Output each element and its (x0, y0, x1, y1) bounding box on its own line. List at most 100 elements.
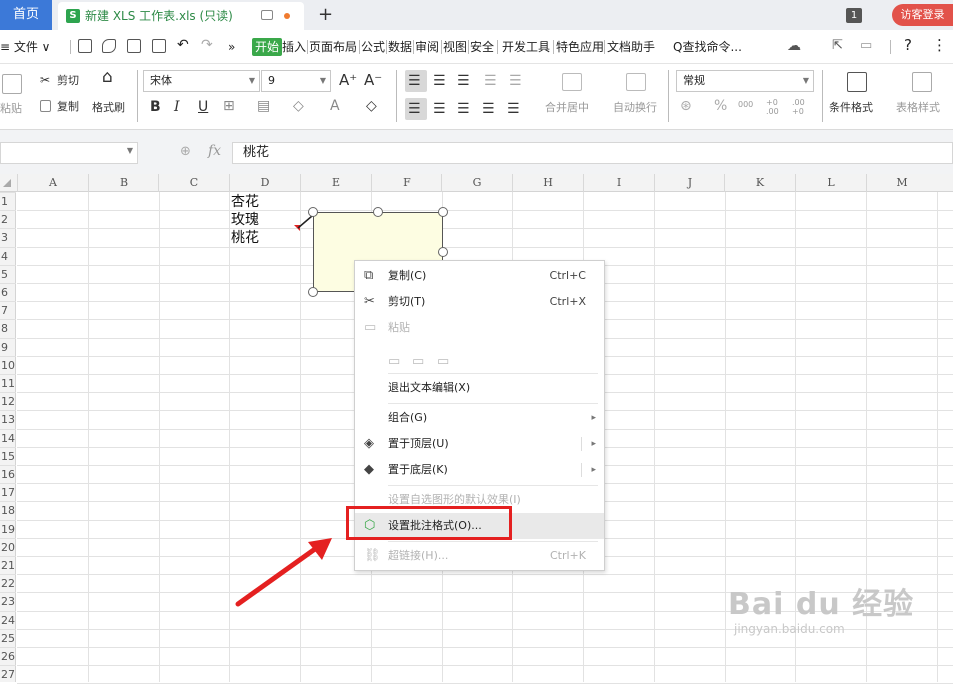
column-header-f[interactable]: F (371, 174, 442, 192)
row-header[interactable]: 4 (0, 246, 16, 265)
fill-color-icon[interactable]: ◇ (293, 97, 304, 115)
row-header[interactable]: 20 (0, 537, 16, 556)
resize-handle[interactable] (438, 247, 448, 257)
column-header-l[interactable]: L (795, 174, 866, 192)
row-header[interactable]: 22 (0, 574, 16, 592)
tab-developer[interactable]: 开发工具 (502, 38, 550, 56)
row-header[interactable]: 12 (0, 392, 16, 410)
resize-handle[interactable] (438, 207, 448, 217)
redo-icon[interactable]: ↷ (201, 36, 213, 54)
table-style-button[interactable]: 表格样式 (896, 101, 940, 115)
font-color-icon[interactable]: A (330, 97, 340, 115)
row-header[interactable]: 17 (0, 483, 16, 501)
select-all-icon[interactable] (3, 179, 11, 187)
row-header[interactable]: 11 (0, 374, 16, 392)
font-name-select[interactable]: 宋体 ▼ (143, 70, 260, 92)
wrap-icon[interactable] (626, 73, 646, 91)
cell-d2[interactable]: 玫瑰 (231, 211, 259, 229)
menu-item-exit-text-edit[interactable]: 退出文本编辑(X) (355, 375, 604, 401)
print-preview-icon[interactable] (152, 39, 166, 53)
increase-indent-icon[interactable]: ☰ (509, 72, 522, 90)
column-header-m[interactable]: M (866, 174, 937, 192)
align-left-icon[interactable]: ☰ (408, 100, 421, 118)
paste-option-icon[interactable]: ▭ (412, 349, 424, 375)
column-header-i[interactable]: I (583, 174, 654, 192)
column-header-e[interactable]: E (300, 174, 371, 192)
align-middle-icon[interactable]: ☰ (433, 72, 446, 90)
new-tab-button[interactable]: + (318, 4, 333, 26)
distributed-align-icon[interactable]: ☰ (507, 100, 520, 118)
paste-option-icon[interactable]: ▭ (437, 349, 449, 375)
tab-view[interactable]: 视图 (443, 38, 467, 56)
merge-center-button[interactable]: 合并居中 (545, 101, 589, 115)
decrease-indent-icon[interactable]: ☰ (484, 72, 497, 90)
resize-handle[interactable] (308, 207, 318, 217)
italic-button[interactable]: I (174, 98, 180, 116)
decrease-decimal-button[interactable]: .00 +0 (792, 98, 812, 116)
format-painter-button[interactable]: 格式刷 (92, 101, 125, 115)
row-header[interactable]: 8 (0, 319, 16, 337)
shrink-font-button[interactable]: A⁻ (364, 71, 382, 89)
export-icon[interactable] (102, 39, 116, 53)
column-header-h[interactable]: H (512, 174, 583, 192)
zoom-icon[interactable]: ⊕ (180, 144, 191, 159)
currency-icon[interactable]: ⊛ (680, 97, 692, 115)
menu-item-group[interactable]: 组合(G) ▸ (355, 405, 604, 431)
underline-button[interactable]: U (198, 98, 208, 116)
resize-handle[interactable] (373, 207, 383, 217)
format-painter-icon[interactable]: ⌂ (102, 69, 113, 86)
table-style-icon[interactable] (912, 72, 932, 92)
column-header-a[interactable]: A (17, 174, 88, 192)
tab-formula[interactable]: 公式 (361, 38, 385, 56)
bold-button[interactable]: B (150, 98, 161, 116)
row-header[interactable]: 21 (0, 556, 16, 574)
merge-icon[interactable] (562, 73, 582, 91)
increase-decimal-button[interactable]: +0 .00 (766, 98, 786, 116)
align-top-icon[interactable]: ☰ (408, 72, 421, 90)
align-bottom-icon[interactable]: ☰ (457, 72, 470, 90)
cell-d1[interactable]: 杏花 (231, 193, 259, 211)
command-search[interactable]: Q查找命令... (673, 38, 742, 56)
collapse-icon[interactable]: ▭ (860, 37, 872, 55)
grow-font-button[interactable]: A⁺ (339, 71, 357, 89)
paste-icon[interactable] (2, 74, 22, 94)
name-box[interactable]: ▼ (0, 142, 138, 164)
menu-item-bring-to-front[interactable]: ◈ 置于顶层(U) ▸ (355, 431, 604, 457)
menu-item-send-to-back[interactable]: ◆ 置于底层(K) ▸ (355, 457, 604, 483)
number-format-select[interactable]: 常规 ▼ (676, 70, 814, 92)
home-tab[interactable]: 首页 (0, 0, 52, 30)
tab-data[interactable]: 数据 (388, 38, 412, 56)
document-tab[interactable]: S 新建 XLS 工作表.xls (只读) (58, 2, 304, 30)
wrap-text-button[interactable]: 自动换行 (613, 101, 657, 115)
undo-icon[interactable]: ↶ (177, 36, 189, 54)
conditional-format-button[interactable]: 条件格式 (829, 101, 873, 115)
tab-insert[interactable]: 插入 (282, 38, 306, 56)
row-header[interactable]: 16 (0, 465, 16, 483)
column-header-k[interactable]: K (724, 174, 795, 192)
tab-start[interactable]: 开始 (252, 38, 283, 56)
tab-page-layout[interactable]: 页面布局 (309, 38, 357, 56)
paste-button[interactable]: 粘贴 (0, 102, 22, 116)
conditional-format-icon[interactable] (847, 72, 867, 92)
window-count-badge[interactable]: 1 (846, 8, 862, 23)
monitor-icon[interactable] (261, 10, 273, 20)
scissors-icon[interactable]: ✂ (40, 73, 50, 87)
visitor-login-button[interactable]: 访客登录 (892, 4, 953, 26)
menu-item-paste[interactable]: ▭ 粘贴 (355, 315, 604, 341)
menu-item-hyperlink[interactable]: ⛓ 超链接(H)... Ctrl+K (355, 543, 604, 569)
formula-input[interactable]: 桃花 (232, 142, 953, 164)
row-header[interactable]: 18 (0, 501, 16, 519)
tab-security[interactable]: 安全 (470, 38, 494, 56)
tab-doc-assistant[interactable]: 文档助手 (607, 38, 655, 56)
share-icon[interactable]: ⇱ (832, 37, 843, 55)
tab-special-apps[interactable]: 特色应用 (556, 38, 604, 56)
paste-option-icon[interactable]: ▭ (388, 349, 400, 375)
column-header-c[interactable]: C (158, 174, 229, 192)
column-header-b[interactable]: B (88, 174, 159, 192)
row-header[interactable]: 3 (0, 228, 16, 246)
border-icon[interactable]: ⊞ (223, 97, 235, 115)
file-menu[interactable]: ≡ 文件 ∨ (0, 38, 50, 56)
row-header[interactable]: 5 (0, 264, 16, 283)
row-header[interactable]: 1 (0, 192, 16, 210)
column-header-g[interactable]: G (441, 174, 512, 192)
